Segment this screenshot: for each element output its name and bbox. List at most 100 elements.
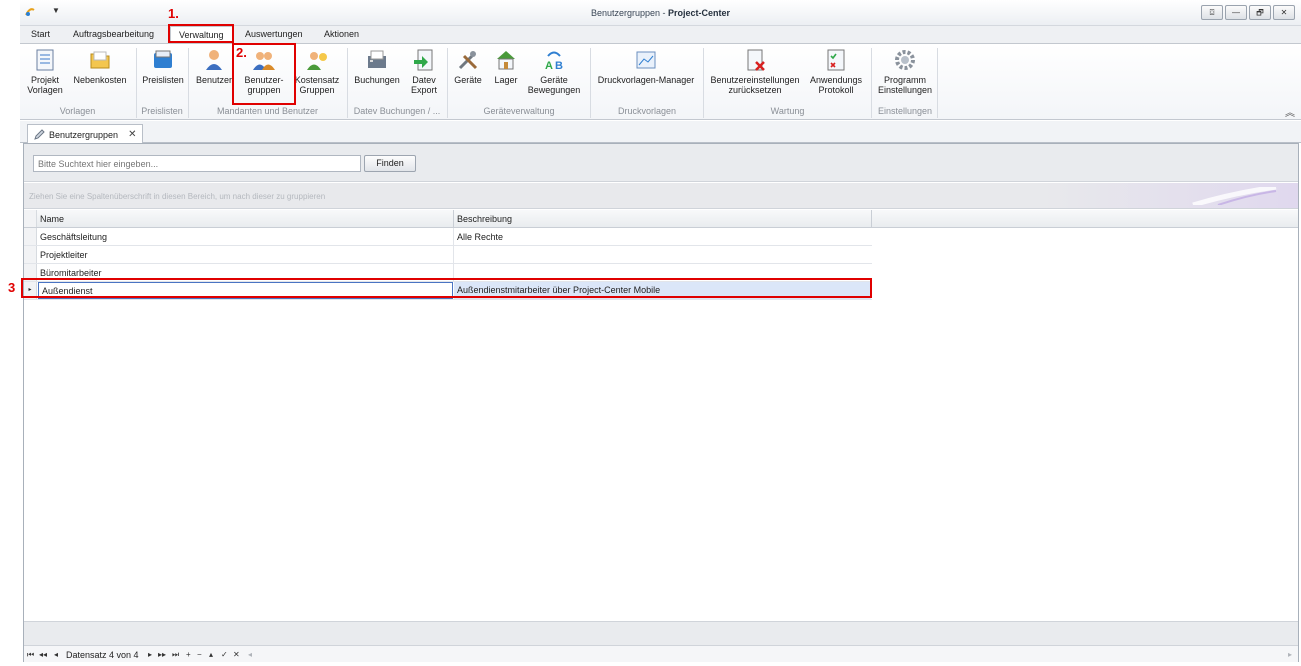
tab-auswertungen[interactable]: Auswertungen	[245, 29, 303, 39]
window-title-prefix: Benutzergruppen -	[590, 8, 666, 18]
decorative-swoosh-icon	[1192, 187, 1277, 205]
column-header-beschreibung[interactable]: Beschreibung	[457, 214, 867, 224]
row-indicator[interactable]	[24, 228, 37, 245]
record-position-text: Datensatz 4 von 4	[66, 650, 139, 660]
row-indicator[interactable]	[24, 246, 37, 263]
remove-icon[interactable]: −	[197, 650, 202, 659]
column-divider	[453, 246, 454, 263]
gear-icon	[895, 50, 915, 70]
reset-settings-icon	[747, 49, 765, 71]
btn-label-line2: Einstellungen	[877, 85, 933, 95]
btn-label: Lager	[494, 75, 518, 85]
document-tab-strip: Benutzergruppen ✕	[20, 121, 1301, 144]
ribbon-separator	[937, 48, 938, 118]
find-button[interactable]: Finden	[364, 155, 416, 172]
window-title-app: Project-Center	[668, 8, 731, 18]
druckvorlagen-manager-button[interactable]: Druckvorlagen-Manager	[596, 48, 696, 85]
svg-text:B: B	[555, 60, 563, 72]
btn-label-line2: Vorlagen	[27, 85, 63, 95]
window-controls: ⌼ — 🗗 ✕	[1201, 5, 1295, 20]
btn-label: Buchungen	[354, 75, 400, 85]
tab-aktionen[interactable]: Aktionen	[324, 29, 359, 39]
cell-beschreibung[interactable]: Alle Rechte	[457, 232, 867, 242]
next-page-icon[interactable]: ▸▸	[158, 650, 166, 659]
ribbon-separator	[871, 48, 872, 118]
geraete-bewegungen-button[interactable]: AB Geräte Bewegungen	[526, 48, 582, 95]
programm-einstellungen-button[interactable]: Programm Einstellungen	[876, 48, 934, 95]
append-icon[interactable]: +	[186, 650, 191, 659]
ribbon-separator	[447, 48, 448, 118]
btn-label-line1: Programm	[883, 75, 926, 85]
ribbon-separator	[188, 48, 189, 118]
prev-page-icon[interactable]: ◂◂	[39, 650, 47, 659]
column-header-name[interactable]: Name	[40, 214, 450, 224]
group-by-hint: Ziehen Sie eine Spaltenüberschrift in di…	[29, 192, 326, 201]
tab-auftragsbearbeitung[interactable]: Auftragsbearbeitung	[73, 29, 154, 39]
tools-icon	[458, 51, 478, 70]
end-edit-icon[interactable]: ✓	[221, 650, 228, 659]
user-icon	[206, 50, 222, 70]
cell-name[interactable]: Geschäftsleitung	[40, 232, 450, 242]
group-label-geraeteverwaltung: Geräteverwaltung	[483, 106, 555, 116]
tab-start[interactable]: Start	[31, 29, 50, 39]
svg-text:A: A	[545, 60, 553, 72]
btn-label-line2: Gruppen	[299, 85, 335, 95]
scroll-right-icon[interactable]: ▸	[1288, 650, 1292, 659]
annotation-box-benutzergruppen	[232, 43, 296, 105]
next-record-icon[interactable]: ▸	[148, 650, 152, 659]
btn-label: Geräte	[454, 75, 482, 85]
column-divider	[871, 210, 872, 227]
first-record-icon[interactable]: ⏮	[27, 650, 34, 660]
group-label-einstellungen: Einstellungen	[877, 106, 933, 116]
search-area: Finden	[24, 144, 1298, 182]
cell-name[interactable]: Projektleiter	[40, 250, 450, 260]
restore-button[interactable]: 🗗	[1249, 5, 1271, 20]
btn-label: Druckvorlagen-Manager	[597, 75, 695, 85]
edit-icon[interactable]: ▴	[209, 650, 213, 659]
table-row[interactable]: Projektleiter	[24, 246, 872, 264]
table-row[interactable]: Geschäftsleitung Alle Rechte	[24, 228, 872, 246]
content-panel: Finden Ziehen Sie eine Spaltenüberschrif…	[23, 143, 1299, 662]
lager-button[interactable]: Lager	[490, 48, 522, 85]
close-button[interactable]: ✕	[1273, 5, 1295, 20]
ribbon-separator	[590, 48, 591, 118]
btn-label-line2: Bewegungen	[527, 85, 581, 95]
btn-label-line1: Kostensatz	[294, 75, 340, 85]
btn-label: Preislisten	[142, 75, 184, 85]
window-options-button[interactable]: ⌼	[1201, 5, 1223, 20]
buchungen-button[interactable]: Buchungen	[353, 48, 401, 85]
window-title: Benutzergruppen - Project-Center	[20, 8, 1301, 18]
print-template-icon	[636, 51, 656, 69]
search-input[interactable]	[33, 155, 361, 172]
minimize-button[interactable]: —	[1225, 5, 1247, 20]
btn-label-line1: Geräte	[540, 75, 568, 85]
benutzereinstellungen-zuruecksetzen-button[interactable]: Benutzereinstellungen zurücksetzen	[708, 48, 802, 95]
title-bar: ▼ Benutzergruppen - Project-Center ⌼ — 🗗…	[20, 0, 1301, 26]
datev-export-button[interactable]: Datev Export	[404, 48, 444, 95]
cell-name[interactable]: Büromitarbeiter	[40, 268, 450, 278]
close-tab-icon[interactable]: ✕	[128, 129, 136, 140]
btn-label-line1: Projekt	[30, 75, 59, 85]
projekt-vorlagen-button[interactable]: Projekt Vorlagen	[25, 48, 65, 95]
btn-label: Benutzer	[195, 75, 233, 85]
grid-header-row: Name Beschreibung	[24, 210, 872, 228]
cancel-edit-icon[interactable]: ✕	[233, 650, 240, 659]
anwendungs-protokoll-button[interactable]: Anwendungs Protokoll	[808, 48, 864, 95]
ribbon-separator	[347, 48, 348, 118]
bookings-icon	[368, 50, 386, 68]
btn-label-line2: zurücksetzen	[728, 85, 782, 95]
kostensatz-gruppen-button[interactable]: Kostensatz Gruppen	[294, 48, 340, 95]
tab-benutzergruppen[interactable]: Benutzergruppen ✕	[27, 124, 144, 144]
geraete-button[interactable]: Geräte	[452, 48, 484, 85]
last-record-icon[interactable]: ⏭	[172, 650, 179, 660]
ribbon-collapse-icon[interactable]: ︽	[1285, 104, 1295, 119]
group-by-panel[interactable]: Ziehen Sie eine Spaltenüberschrift in di…	[24, 183, 1298, 209]
benutzer-button[interactable]: Benutzer	[194, 48, 234, 85]
ribbon-panel: Projekt Vorlagen Nebenkosten Preislisten…	[20, 43, 1301, 120]
nebenkosten-button[interactable]: Nebenkosten	[70, 48, 130, 85]
prev-record-icon[interactable]: ◂	[54, 650, 58, 659]
preislisten-button[interactable]: Preislisten	[142, 48, 184, 85]
warehouse-icon	[497, 51, 515, 70]
annotation-box-verwaltung	[168, 24, 234, 43]
scroll-left-icon[interactable]: ◂	[248, 650, 252, 659]
